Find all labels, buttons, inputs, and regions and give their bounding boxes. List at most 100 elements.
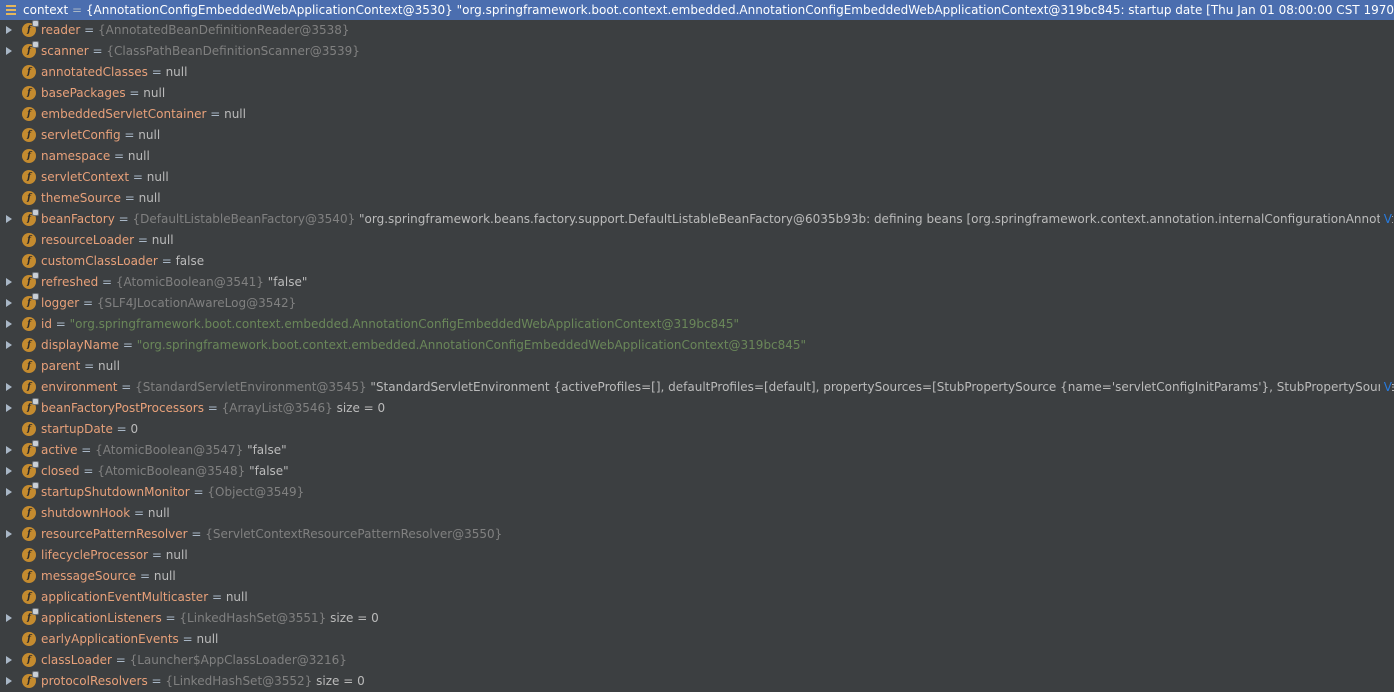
tree-row[interactable]: f startupDate = 0 bbox=[0, 419, 1394, 440]
tree-row[interactable]: f namespace = null bbox=[0, 146, 1394, 167]
chevron-right-icon[interactable] bbox=[4, 272, 14, 293]
field-icon: f bbox=[22, 441, 38, 457]
tree-row[interactable]: f scanner = {ClassPathBeanDefinitionScann… bbox=[0, 41, 1394, 62]
tree-row[interactable]: f startupShutdownMonitor = {Object@3549} bbox=[0, 482, 1394, 503]
chevron-right-icon[interactable] bbox=[4, 335, 14, 356]
row-text: lifecycleProcessor = null bbox=[41, 545, 188, 566]
tree-row[interactable]: f displayName = "org.springframework.boot… bbox=[0, 335, 1394, 356]
equals-sign: = bbox=[125, 86, 144, 100]
tree-row[interactable]: f reader = {AnnotatedBeanDefinitionReader… bbox=[0, 20, 1394, 41]
chevron-right-icon[interactable] bbox=[4, 20, 14, 41]
tree-row[interactable]: f applicationEventMulticaster = null bbox=[0, 587, 1394, 608]
tree-row[interactable]: f active = {AtomicBoolean@3547} "false" bbox=[0, 440, 1394, 461]
tree-row[interactable]: f resourcePatternResolver = {ServletConte… bbox=[0, 524, 1394, 545]
tree-row[interactable]: f applicationListeners = {LinkedHashSet@3… bbox=[0, 608, 1394, 629]
tree-row[interactable]: f beanFactory = {DefaultListableBeanFacto… bbox=[0, 209, 1394, 230]
equals-sign: = bbox=[187, 527, 206, 541]
field-value: "false" bbox=[263, 275, 308, 289]
view-link[interactable]: V bbox=[1379, 209, 1392, 230]
tree-row[interactable]: f protocolResolvers = {LinkedHashSet@3552… bbox=[0, 671, 1394, 692]
chevron-right-icon[interactable] bbox=[4, 671, 14, 692]
field-icon: f bbox=[22, 548, 36, 562]
field-icon: f bbox=[22, 569, 36, 583]
tree-row[interactable]: f annotatedClasses = null bbox=[0, 62, 1394, 83]
field-name: servletConfig bbox=[41, 128, 121, 142]
field-name: messageSource bbox=[41, 569, 137, 583]
tree-row[interactable]: f customClassLoader = false bbox=[0, 251, 1394, 272]
tree-row[interactable]: f embeddedServletContainer = null bbox=[0, 104, 1394, 125]
field-icon: f bbox=[22, 107, 36, 121]
variables-tree[interactable]: context = {AnnotationConfigEmbeddedWebAp… bbox=[0, 0, 1394, 692]
equals-sign: = bbox=[136, 569, 154, 583]
field-name: logger bbox=[41, 296, 80, 310]
tree-row[interactable]: f shutdownHook = null bbox=[0, 503, 1394, 524]
field-icon: f bbox=[22, 21, 38, 37]
field-name: resourcePatternResolver bbox=[41, 527, 188, 541]
row-text: environment = {StandardServletEnvironmen… bbox=[41, 377, 1394, 398]
header-text: context = {AnnotationConfigEmbeddedWebAp… bbox=[23, 0, 1394, 20]
chevron-right-icon[interactable] bbox=[4, 209, 14, 230]
chevron-right-icon[interactable] bbox=[4, 608, 14, 629]
field-name: lifecycleProcessor bbox=[41, 548, 149, 562]
tree-row[interactable]: f themeSource = null bbox=[0, 188, 1394, 209]
chevron-right-icon[interactable] bbox=[4, 377, 14, 398]
field-value: null bbox=[138, 191, 161, 205]
field-value: "org.springframework.boot.context.embedd… bbox=[456, 3, 1394, 17]
view-link[interactable]: V bbox=[1379, 377, 1392, 398]
tree-row[interactable]: f parent = null bbox=[0, 356, 1394, 377]
tree-row[interactable]: f lifecycleProcessor = null bbox=[0, 545, 1394, 566]
row-text: reader = {AnnotatedBeanDefinitionReader@… bbox=[41, 20, 350, 41]
field-value: "org.springframework.beans.factory.suppo… bbox=[355, 212, 1394, 226]
tree-row[interactable]: f logger = {SLF4JLocationAwareLog@3542} bbox=[0, 293, 1394, 314]
equals-sign: = bbox=[147, 65, 166, 79]
row-text: beanFactory = {DefaultListableBeanFactor… bbox=[41, 209, 1394, 230]
chevron-right-icon[interactable] bbox=[4, 461, 14, 482]
chevron-right-icon[interactable] bbox=[4, 440, 14, 461]
field-icon: f bbox=[22, 653, 36, 667]
chevron-right-icon[interactable] bbox=[4, 293, 14, 314]
tree-row[interactable]: f servletContext = null bbox=[0, 167, 1394, 188]
field-value: size = 0 bbox=[326, 611, 379, 625]
row-text: basePackages = null bbox=[41, 83, 165, 104]
equals-sign: = bbox=[117, 380, 136, 394]
field-icon: f bbox=[22, 128, 36, 142]
field-icon: f bbox=[22, 527, 36, 541]
tree-row[interactable]: f basePackages = null bbox=[0, 83, 1394, 104]
tree-row[interactable]: f classLoader = {Launcher$AppClassLoader@… bbox=[0, 650, 1394, 671]
field-value: "org.springframework.boot.context.embedd… bbox=[69, 317, 740, 331]
row-text: classLoader = {Launcher$AppClassLoader@3… bbox=[41, 650, 347, 671]
field-name: applicationEventMulticaster bbox=[41, 590, 209, 604]
chevron-right-icon[interactable] bbox=[4, 524, 14, 545]
field-value: "false" bbox=[245, 464, 289, 478]
field-value: size = 0 bbox=[332, 401, 386, 415]
tree-row[interactable]: f earlyApplicationEvents = null bbox=[0, 629, 1394, 650]
tree-row[interactable]: f servletConfig = null bbox=[0, 125, 1394, 146]
field-name: customClassLoader bbox=[41, 254, 158, 268]
chevron-right-icon[interactable] bbox=[4, 314, 14, 335]
tree-row[interactable]: f environment = {StandardServletEnvironme… bbox=[0, 377, 1394, 398]
row-text: embeddedServletContainer = null bbox=[41, 104, 246, 125]
tree-row[interactable]: f resourceLoader = null bbox=[0, 230, 1394, 251]
field-name: resourceLoader bbox=[41, 233, 135, 247]
tree-row[interactable]: f messageSource = null bbox=[0, 566, 1394, 587]
chevron-right-icon[interactable] bbox=[4, 482, 14, 503]
equals-sign: = bbox=[119, 338, 137, 352]
tree-row-context[interactable]: context = {AnnotationConfigEmbeddedWebAp… bbox=[0, 0, 1394, 20]
field-value: null bbox=[225, 590, 248, 604]
tree-row[interactable]: f beanFactoryPostProcessors = {ArrayList@… bbox=[0, 398, 1394, 419]
row-text: startupDate = 0 bbox=[41, 419, 138, 440]
tree-row[interactable]: f refreshed = {AtomicBoolean@3541} "false… bbox=[0, 272, 1394, 293]
tree-row[interactable]: f closed = {AtomicBoolean@3548} "false" bbox=[0, 461, 1394, 482]
field-value: null bbox=[151, 233, 174, 247]
chevron-right-icon[interactable] bbox=[4, 398, 14, 419]
chevron-right-icon[interactable] bbox=[4, 650, 14, 671]
field-value: null bbox=[196, 632, 219, 646]
tree-row[interactable]: f id = "org.springframework.boot.context.… bbox=[0, 314, 1394, 335]
chevron-right-icon[interactable] bbox=[4, 41, 14, 62]
field-icon: f bbox=[22, 399, 38, 415]
field-name: servletContext bbox=[41, 170, 130, 184]
field-icon: f bbox=[22, 294, 38, 310]
field-value: null bbox=[143, 86, 166, 100]
field-value: "false" bbox=[243, 443, 287, 457]
field-name: displayName bbox=[41, 338, 120, 352]
